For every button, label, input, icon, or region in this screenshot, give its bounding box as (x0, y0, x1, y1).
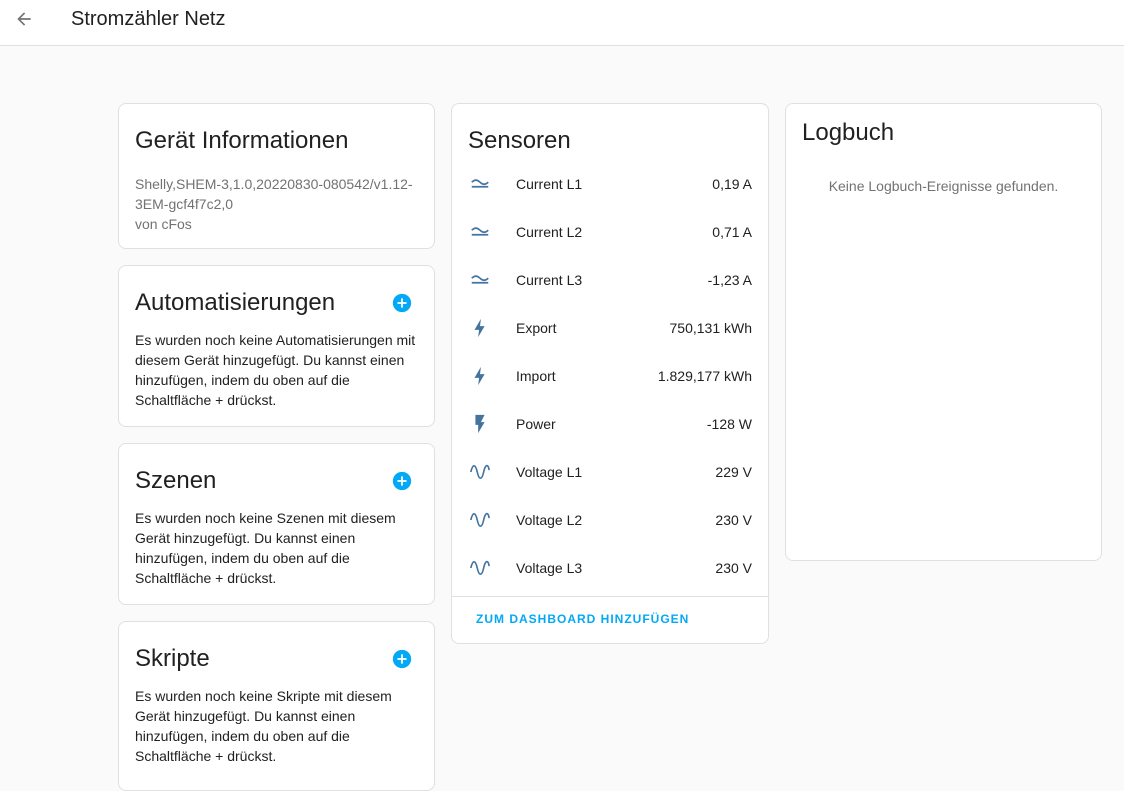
scripts-title: Skripte (135, 645, 210, 672)
sensor-value: 230 V (715, 560, 752, 576)
scenes-empty-line: hinzufügen, indem du oben auf die (135, 550, 350, 566)
scenes-empty-line: Gerät hinzugefügt. Du kannst einen (135, 530, 356, 546)
sensors-title: Sensoren (468, 127, 571, 154)
sensor-name: Power (516, 416, 556, 432)
sensor-name: Current L3 (516, 272, 583, 288)
scenes-empty-line: Schaltfläche + drückst. (135, 570, 277, 586)
sensor-value: -128 W (706, 416, 752, 432)
automations-empty-line: diesem Gerät hinzugefügt. Du kannst eine… (135, 352, 405, 368)
sensor-name: Export (516, 320, 557, 336)
sine-wave-icon (468, 460, 492, 484)
sensors-card: Sensoren Current L1 0,19 A Current L2 0,… (451, 103, 769, 644)
current-ac-icon (468, 172, 492, 196)
sensor-value: 0,71 A (712, 224, 752, 240)
sensor-row-current-l1[interactable]: Current L1 0,19 A (468, 160, 752, 208)
current-ac-icon (468, 220, 492, 244)
scripts-card: Skripte Es wurden noch keine Skripte mit… (118, 621, 435, 791)
sensor-value: -1,23 A (707, 272, 752, 288)
logbook-title: Logbuch (802, 119, 895, 146)
scenes-title: Szenen (135, 467, 217, 494)
sensor-row-current-l3[interactable]: Current L3 -1,23 A (468, 256, 752, 304)
flash-icon (468, 412, 492, 436)
sensor-row-import[interactable]: Import 1.829,177 kWh (468, 352, 752, 400)
scripts-empty-line: Gerät hinzugefügt. Du kannst einen (135, 708, 356, 724)
scenes-empty-line: Es wurden noch keine Szenen mit diesem (135, 510, 396, 526)
add-script-button[interactable] (391, 648, 413, 670)
sensor-row-current-l2[interactable]: Current L2 0,71 A (468, 208, 752, 256)
sensor-value: 0,19 A (712, 176, 752, 192)
sensor-name: Voltage L3 (516, 560, 583, 576)
sine-wave-icon (468, 508, 492, 532)
sensor-name: Current L2 (516, 224, 583, 240)
logbook-empty-text: Keine Logbuch-Ereignisse gefunden. (828, 178, 1059, 194)
sensor-name: Current L1 (516, 176, 583, 192)
sensor-value: 230 V (715, 512, 752, 528)
sensor-row-voltage-l1[interactable]: Voltage L1 229 V (468, 448, 752, 496)
sensor-name: Voltage L1 (516, 464, 583, 480)
sensor-value: 1.829,177 kWh (657, 368, 752, 384)
scripts-empty-line: hinzufügen, indem du oben auf die (135, 728, 350, 744)
logbook-card: Logbuch Keine Logbuch-Ereignisse gefunde… (785, 103, 1102, 561)
lightning-bolt-icon (468, 316, 492, 340)
device-manufacturer: von cFos (135, 216, 192, 232)
sensor-name: Voltage L2 (516, 512, 583, 528)
device-info-card: Gerät Informationen Shelly,SHEM-3,1.0,20… (118, 103, 435, 249)
lightning-bolt-icon (468, 364, 492, 388)
sine-wave-icon (468, 556, 492, 580)
device-model-cont: 3EM-gcf4f7c2,0 (135, 196, 234, 212)
automations-empty-line: Es wurden noch keine Automatisierungen m… (135, 332, 416, 348)
automations-empty-line: Schaltfläche + drückst. (135, 392, 277, 408)
automations-title: Automatisierungen (135, 289, 336, 316)
back-button[interactable] (8, 3, 40, 35)
scripts-empty-line: Schaltfläche + drückst. (135, 748, 277, 764)
device-info-title: Gerät Informationen (135, 127, 349, 154)
page-title: Stromzähler Netz (71, 8, 226, 30)
sensor-row-voltage-l2[interactable]: Voltage L2 230 V (468, 496, 752, 544)
add-to-dashboard-button[interactable]: ZUM DASHBOARD HINZUFÜGEN (476, 612, 689, 626)
sensor-value: 229 V (715, 464, 752, 480)
sensor-row-export[interactable]: Export 750,131 kWh (468, 304, 752, 352)
arrow-left-icon (17, 12, 31, 26)
sensor-row-voltage-l3[interactable]: Voltage L3 230 V (468, 544, 752, 592)
add-automation-button[interactable] (391, 292, 413, 314)
sensor-value: 750,131 kWh (669, 320, 753, 336)
sensor-name: Import (516, 368, 556, 384)
automations-empty-line: hinzufügen, indem du oben auf die (135, 372, 350, 388)
card-actions-divider (452, 596, 768, 597)
add-scene-button[interactable] (391, 470, 413, 492)
scripts-empty-line: Es wurden noch keine Skripte mit diesem (135, 688, 392, 704)
scenes-card: Szenen Es wurden noch keine Szenen mit d… (118, 443, 435, 605)
current-ac-icon (468, 268, 492, 292)
device-model: Shelly,SHEM-3,1.0,20220830-080542/v1.12- (135, 176, 413, 192)
automations-card: Automatisierungen Es wurden noch keine A… (118, 265, 435, 427)
top-app-bar: Stromzähler Netz (0, 0, 1124, 46)
sensor-row-power[interactable]: Power -128 W (468, 400, 752, 448)
